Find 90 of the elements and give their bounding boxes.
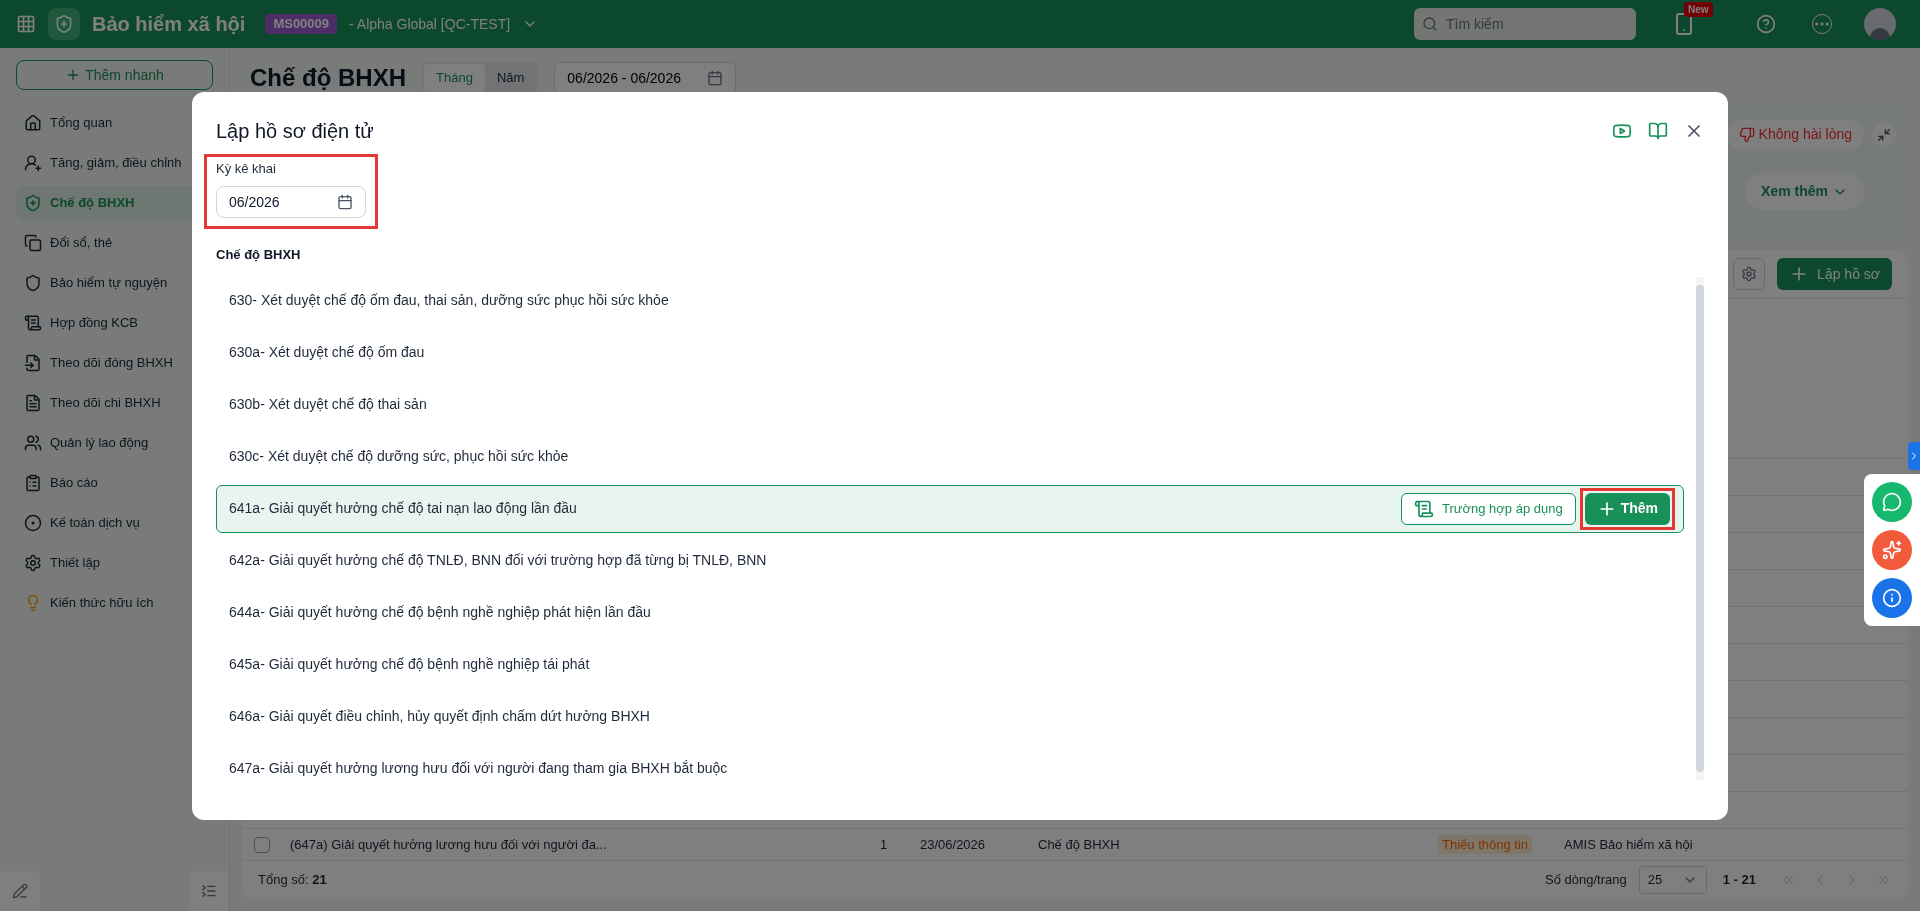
clipboard-icon: [24, 474, 42, 492]
circle-icon: [24, 514, 42, 532]
sidebar-item[interactable]: Kế toán dịch vụ: [16, 506, 213, 540]
sidebar-item[interactable]: Báo cáo: [16, 466, 213, 500]
calendar-icon[interactable]: [337, 194, 353, 210]
row-checkbox[interactable]: [254, 836, 270, 853]
apps-icon[interactable]: [16, 14, 36, 34]
minimize-icon[interactable]: [1872, 122, 1896, 147]
table-cell-text: AMIS Bảo hiểm xã hội: [1564, 835, 1693, 854]
help-icon[interactable]: [1756, 14, 1776, 34]
regime-item[interactable]: 647a- Giải quyết hưởng lương hưu đối với người đang tham gia BHXH bắt buộc: [216, 744, 1684, 793]
edit-button[interactable]: [0, 871, 40, 911]
regime-item[interactable]: 630- Xét duyệt chế độ ốm đau, thai sản, dưỡng sức phục hồi sức khỏe: [216, 276, 1684, 325]
status-tag: Thiếu thông tin: [1438, 834, 1532, 855]
users-icon: [24, 434, 42, 452]
search-icon: [1422, 16, 1438, 32]
logo-icon: [48, 8, 80, 40]
sidebar-item[interactable]: Thiết lập: [16, 546, 213, 580]
chat-button[interactable]: [1872, 482, 1912, 522]
scroll-icon: [1413, 498, 1434, 519]
period-tab[interactable]: Năm: [484, 64, 537, 92]
table-cell-text: (647a) Giải quyết hưởng lương hưu đối với người đa...: [290, 835, 608, 854]
sparkle-icon: [1882, 540, 1902, 560]
total-count: Tổng số: 21: [258, 871, 327, 890]
period-tab[interactable]: Tháng: [424, 64, 485, 92]
page-range: 1 - 21: [1722, 871, 1756, 890]
regime-item[interactable]: 642a- Giải quyết hưởng chế độ TNLĐ, BNN đối với trường hợp đã từng bị TNLĐ, BNN: [216, 536, 1684, 585]
home-icon: [24, 114, 42, 132]
add-button[interactable]: Thêm: [1584, 492, 1670, 525]
table-row[interactable]: (647a) Giải quyết hưởng lương hưu đối với người đa... 1 23/06/2026 Chế độ BHXH Thiếu thông tin AMIS Bảo hiểm xã hội: [242, 829, 1908, 861]
settings-icon: [24, 554, 42, 572]
applicable-cases-button[interactable]: Trường hợp áp dụng: [1400, 492, 1576, 525]
regime-item[interactable]: 630c- Xét duyệt chế độ dưỡng sức, phục hồi sức khỏe: [216, 432, 1684, 481]
thumbs-down-icon: [1738, 126, 1755, 143]
regime-item[interactable]: 630b- Xét duyệt chế độ thai sản: [216, 380, 1684, 429]
company-name[interactable]: - Alpha Global [QC-TEST]: [349, 13, 511, 35]
document-icon: [24, 354, 42, 372]
settings-icon: [1741, 266, 1758, 282]
book-icon[interactable]: [1648, 120, 1668, 141]
app-name: Bảo hiểm xã hội: [92, 12, 246, 37]
regime-item[interactable]: 641a- Giải quyết hưởng chế độ tai nạn lao động lần đầu Trường hợp áp dụng Thêm: [216, 484, 1684, 533]
regime-item[interactable]: 630a- Xét duyệt chế độ ốm đau: [216, 328, 1684, 377]
sidebar-item[interactable]: Tổng quan: [16, 106, 213, 140]
rows-per-page-select[interactable]: 25: [1638, 866, 1707, 894]
document-icon: [24, 314, 42, 332]
shield-icon: [24, 194, 42, 212]
table-cell-text: Chế độ BHXH: [1038, 835, 1121, 854]
scrollbar[interactable]: [1696, 276, 1704, 780]
rows-per-page-label: Số dòng/trang: [1545, 871, 1627, 890]
table-cell-text: 1: [880, 835, 889, 854]
sidebar-item[interactable]: Theo dõi chi BHXH: [16, 386, 213, 420]
sidebar-item[interactable]: Đổi sổ, thẻ: [16, 226, 213, 260]
sidebar-item[interactable]: Tăng, giảm, điều chỉnh: [16, 146, 213, 180]
copy-icon: [24, 234, 42, 252]
company-code: MS00009: [265, 14, 338, 34]
settings-button[interactable]: [1733, 258, 1766, 290]
chat-icon: [1882, 492, 1902, 512]
sidebar-item[interactable]: Quản lý lao động: [16, 426, 213, 460]
collapse-icon: [201, 883, 217, 899]
period-label: Kỳ kê khai: [216, 159, 277, 178]
user-plus-icon: [24, 154, 42, 172]
shield-icon: [24, 274, 42, 292]
table-cell-text: 23/06/2026: [920, 835, 987, 854]
pencil-icon: [12, 883, 28, 899]
sidebar-item[interactable]: Bảo hiểm tự nguyện: [16, 266, 213, 300]
period-field[interactable]: 06/2026: [216, 186, 366, 218]
document-icon: [24, 394, 42, 412]
regime-item[interactable]: 644a- Giải quyết hưởng chế độ bệnh nghề nghiệp phát hiện lần đầu: [216, 588, 1684, 637]
regime-item[interactable]: 646a- Giải quyết điều chỉnh, hủy quyết định chấm dứt hưởng BHXH: [216, 692, 1684, 741]
expand-tab[interactable]: [1908, 442, 1920, 470]
calendar-icon: [707, 70, 724, 86]
page-title: Chế độ BHXH: [250, 63, 406, 93]
sidebar-item[interactable]: Kiến thức hữu ích: [16, 586, 213, 620]
see-more-button[interactable]: Xem thêm: [1745, 173, 1864, 210]
collapse-button[interactable]: [189, 871, 229, 911]
new-badge: New: [1684, 2, 1713, 17]
avatar[interactable]: [1864, 8, 1896, 40]
section-title: Chế độ BHXH: [216, 246, 302, 264]
dislike-button[interactable]: Không hài lòng: [1726, 120, 1864, 149]
sidebar-item[interactable]: Theo dõi đóng BHXH: [16, 346, 213, 380]
info-icon: [1882, 588, 1902, 608]
info-button[interactable]: [1872, 578, 1912, 618]
sidebar-item[interactable]: Hợp đồng KCB: [16, 306, 213, 340]
quick-add-button[interactable]: Thêm nhanh: [16, 60, 213, 90]
sparkle-button[interactable]: [1872, 530, 1912, 570]
create-record-button[interactable]: Lập hồ sơ: [1777, 258, 1892, 290]
search-field[interactable]: Tìm kiếm: [1414, 8, 1636, 40]
dialog-title: Lập hồ sơ điện tử: [216, 118, 374, 144]
date-range-field[interactable]: 06/2026 - 06/2026: [554, 62, 737, 94]
regime-item[interactable]: 645a- Giải quyết hưởng chế độ bệnh nghề nghiệp tái phát: [216, 640, 1684, 689]
